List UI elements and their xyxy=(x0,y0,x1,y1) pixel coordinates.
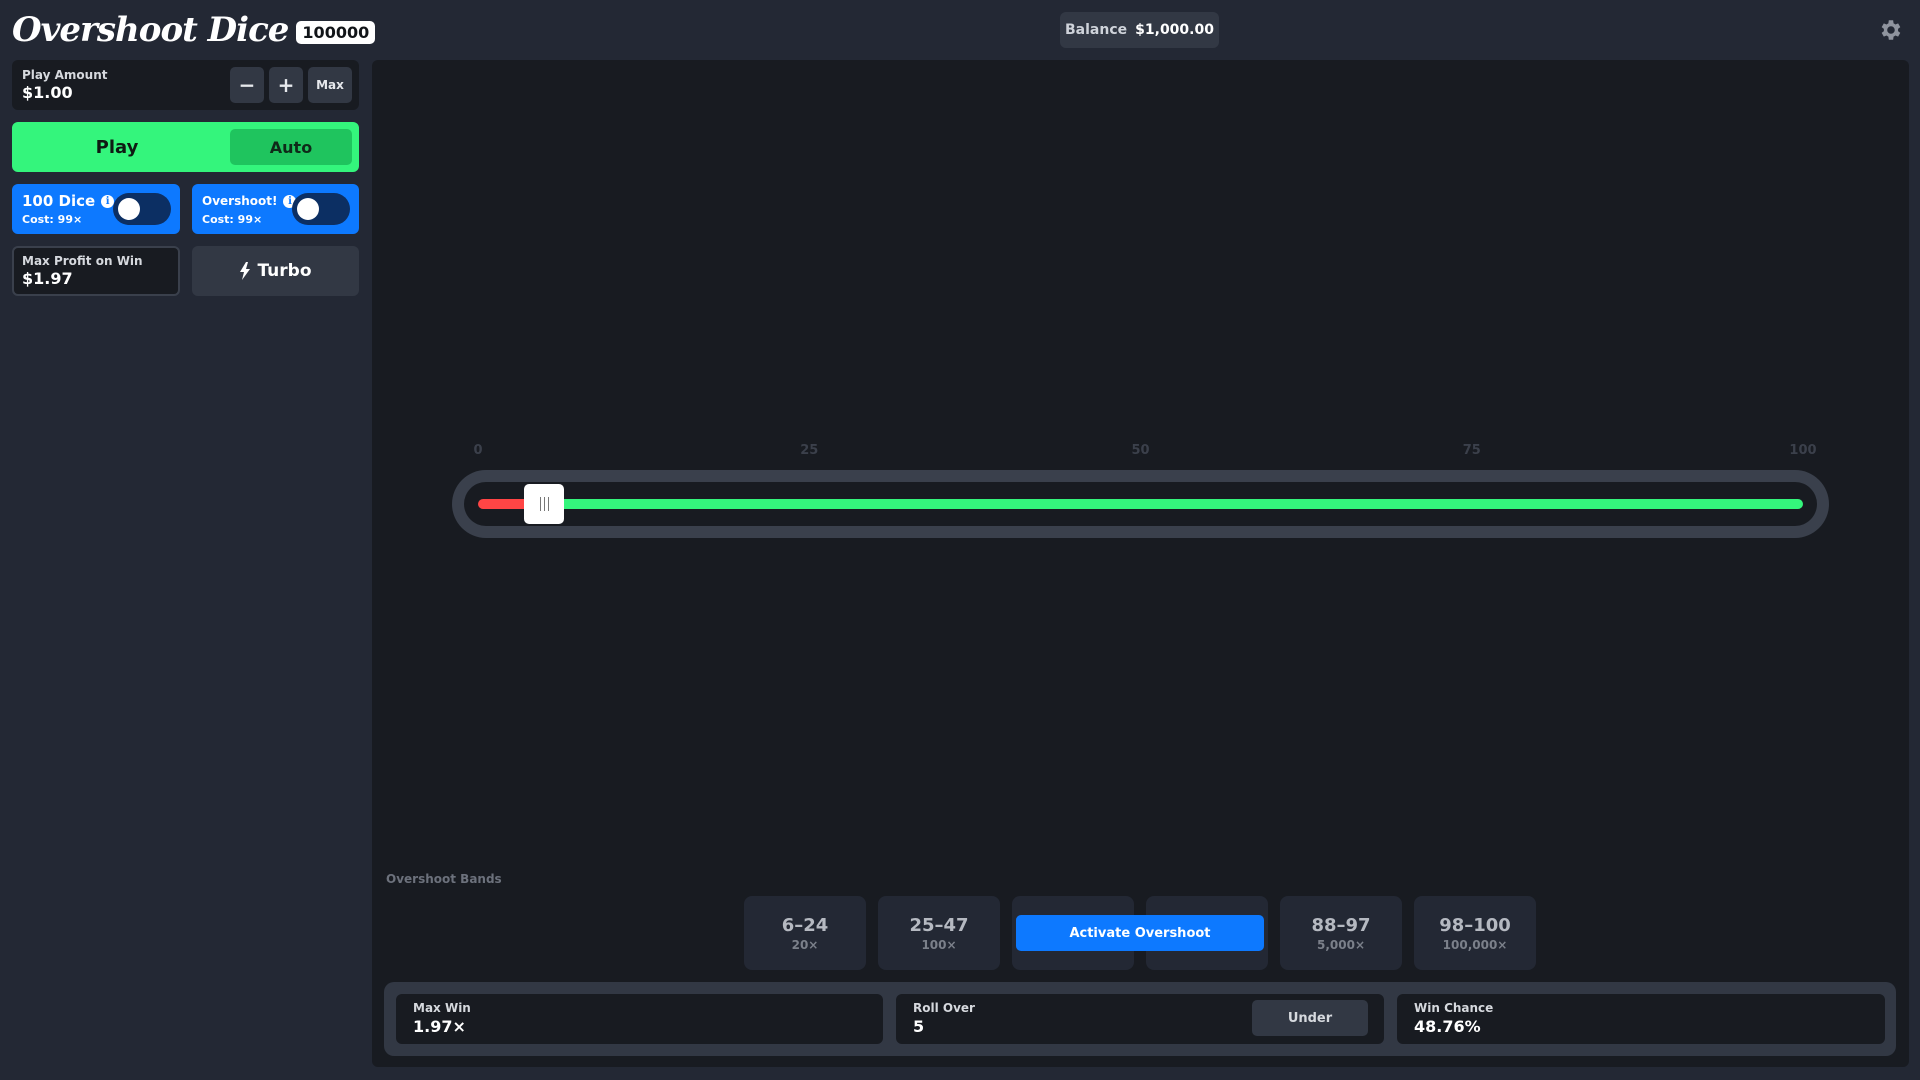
turbo-button[interactable]: Turbo xyxy=(192,246,359,296)
overshoot-toggle[interactable] xyxy=(292,193,350,225)
band-range: 6–24 xyxy=(781,914,829,936)
balance-label: Balance xyxy=(1065,22,1128,38)
roll-over-label: Roll Over xyxy=(913,1001,975,1015)
play-button[interactable]: Play Auto xyxy=(12,122,359,172)
max-amount-button[interactable]: Max xyxy=(308,67,352,103)
hundred-dice-toggle[interactable] xyxy=(113,193,171,225)
roll-slider[interactable] xyxy=(452,470,1829,538)
play-amount-panel: Play Amount $1.00 − + Max xyxy=(12,60,359,110)
logo: Overshoot Dice 100000 xyxy=(12,6,376,54)
header: Overshoot Dice 100000 Balance $1,000.00 xyxy=(0,0,1920,60)
overshoot-band: 88–97 5,000× xyxy=(1280,896,1402,970)
increase-amount-button[interactable]: + xyxy=(269,67,303,103)
hundred-dice-cost: Cost: 99× xyxy=(22,213,83,226)
band-multiplier: 100× xyxy=(921,937,957,952)
toggle-knob xyxy=(297,198,319,220)
hundred-dice-option: 100 Dice i Cost: 99× xyxy=(12,184,180,234)
decrease-amount-button[interactable]: − xyxy=(230,67,264,103)
max-win-panel: Max Win 1.97× xyxy=(396,994,883,1044)
overshoot-title-row: Overshoot! i xyxy=(202,194,297,208)
activate-overshoot-button[interactable]: Activate Overshoot xyxy=(1016,915,1264,951)
play-label: Play xyxy=(95,136,139,158)
max-profit-label: Max Profit on Win xyxy=(22,254,143,268)
play-amount-label: Play Amount xyxy=(22,68,108,82)
roll-over-value[interactable]: 5 xyxy=(913,1017,924,1036)
turbo-label: Turbo xyxy=(257,261,312,281)
band-multiplier: 5,000× xyxy=(1316,937,1365,952)
overshoot-band: 6–24 20× xyxy=(744,896,866,970)
stats-bar: Max Win 1.97× Roll Over 5 Under Win Chan… xyxy=(384,982,1896,1056)
hundred-dice-title-row: 100 Dice i xyxy=(22,192,115,210)
overshoot-band: 98–100 100,000× xyxy=(1414,896,1536,970)
roll-over-panel: Roll Over 5 Under xyxy=(896,994,1384,1044)
game-area: 0 25 50 75 100 Overshoot Bands 6–24 20× 25–4… xyxy=(372,60,1909,1067)
win-chance-value: 48.76% xyxy=(1414,1017,1481,1036)
win-range-bar xyxy=(544,499,1803,509)
band-multiplier: 100,000× xyxy=(1442,937,1508,952)
slider-track xyxy=(464,482,1817,526)
under-toggle-button[interactable]: Under xyxy=(1252,1000,1368,1036)
band-range: 98–100 xyxy=(1439,914,1511,936)
toggle-knob xyxy=(118,198,140,220)
overshoot-band: 25–47 100× xyxy=(878,896,1000,970)
max-win-label: Max Win xyxy=(413,1001,471,1015)
slider-tick-label: 50 xyxy=(1131,443,1150,458)
logo-badge: 100000 xyxy=(296,20,376,44)
auto-button[interactable]: Auto xyxy=(230,129,352,165)
balance-value: $1,000.00 xyxy=(1135,22,1214,38)
slider-tick-label: 100 xyxy=(1789,443,1817,458)
slider-tick-label: 0 xyxy=(473,443,483,458)
slider-tick-label: 75 xyxy=(1462,443,1481,458)
gear-icon[interactable] xyxy=(1877,17,1903,43)
hundred-dice-title: 100 Dice xyxy=(22,192,96,210)
overshoot-option: Overshoot! i Cost: 99× xyxy=(192,184,359,234)
win-chance-label: Win Chance xyxy=(1414,1001,1494,1015)
max-profit-value: $1.97 xyxy=(22,269,73,288)
max-win-value: 1.97× xyxy=(413,1017,466,1036)
win-chance-panel: Win Chance 48.76% xyxy=(1397,994,1885,1044)
max-profit-panel: Max Profit on Win $1.97 xyxy=(12,246,180,296)
balance-display: Balance $1,000.00 xyxy=(1060,12,1219,48)
slider-tick-label: 25 xyxy=(800,443,819,458)
slider-handle[interactable] xyxy=(524,484,565,524)
overshoot-title: Overshoot! xyxy=(202,194,278,208)
overshoot-bands-label: Overshoot Bands xyxy=(386,872,502,886)
band-multiplier: 20× xyxy=(791,937,819,952)
overshoot-cost: Cost: 99× xyxy=(202,213,263,226)
band-range: 88–97 xyxy=(1311,914,1371,936)
lightning-icon xyxy=(240,262,251,280)
play-amount-value[interactable]: $1.00 xyxy=(22,83,73,102)
band-range: 25–47 xyxy=(909,914,969,936)
logo-text: Overshoot Dice xyxy=(12,10,289,50)
